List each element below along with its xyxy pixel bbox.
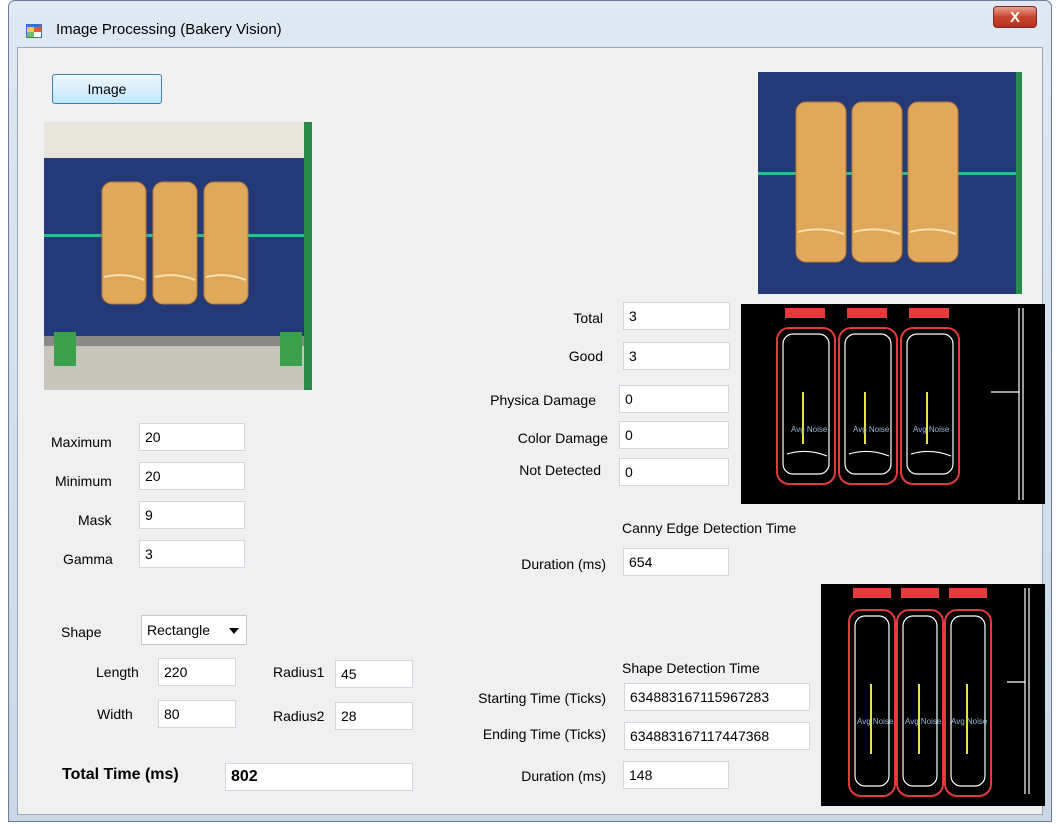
width-label: Width	[97, 706, 133, 722]
title-bar: Image Processing (Bakery Vision) X	[9, 1, 1051, 47]
canny-edge-image: Avg Noise Avg Noise Avg Noise	[741, 304, 1045, 504]
physical-damage-label: Physica Damage	[490, 392, 596, 408]
close-button[interactable]: X	[993, 6, 1037, 28]
total-label: Total	[573, 310, 603, 326]
minimum-label: Minimum	[55, 473, 112, 489]
image-button[interactable]: Image	[52, 74, 162, 104]
shape-detection-heading: Shape Detection Time	[622, 660, 760, 676]
radius1-label: Radius1	[273, 664, 325, 680]
shape-duration-label: Duration (ms)	[521, 768, 606, 784]
radius1-input[interactable]: 45	[335, 660, 413, 688]
physical-damage-input[interactable]: 0	[619, 385, 729, 413]
ending-time-input[interactable]: 634883167117447368	[624, 722, 810, 750]
avg-noise-label: Avg Noise	[951, 717, 988, 726]
length-label: Length	[96, 664, 139, 680]
mask-input[interactable]: 9	[139, 501, 245, 529]
gamma-label: Gamma	[63, 551, 113, 567]
width-input[interactable]: 80	[158, 700, 236, 728]
radius2-label: Radius2	[273, 708, 325, 724]
starting-time-input[interactable]: 634883167115967283	[624, 683, 810, 711]
chevron-down-icon	[229, 628, 239, 634]
starting-time-label: Starting Time (Ticks)	[478, 690, 606, 706]
canny-duration-input[interactable]: 654	[623, 548, 729, 576]
avg-noise-label: Avg Noise	[913, 425, 950, 434]
not-detected-input[interactable]: 0	[619, 458, 729, 486]
good-label: Good	[568, 348, 603, 364]
maximum-label: Maximum	[51, 434, 112, 450]
preview-image	[758, 72, 1022, 294]
window-title: Image Processing (Bakery Vision)	[56, 21, 282, 38]
mask-label: Mask	[78, 512, 112, 528]
avg-noise-label: Avg Noise	[853, 425, 890, 434]
shape-dropdown[interactable]: Rectangle	[141, 615, 247, 645]
color-damage-label: Color Damage	[517, 430, 608, 446]
shape-label: Shape	[61, 624, 102, 640]
minimum-input[interactable]: 20	[139, 462, 245, 490]
avg-noise-label: Avg Noise	[791, 425, 828, 434]
length-input[interactable]: 220	[158, 658, 236, 686]
shape-selected: Rectangle	[147, 622, 211, 638]
input-image	[44, 122, 312, 390]
radius2-input[interactable]: 28	[335, 702, 413, 730]
maximum-input[interactable]: 20	[139, 423, 245, 451]
canny-duration-label: Duration (ms)	[521, 556, 606, 572]
close-icon: X	[1009, 9, 1020, 26]
color-damage-input[interactable]: 0	[619, 421, 729, 449]
not-detected-label: Not Detected	[519, 462, 601, 478]
avg-noise-label: Avg Noise	[857, 717, 894, 726]
app-icon	[26, 24, 42, 38]
app-window: Image Processing (Bakery Vision) X Image	[8, 0, 1052, 822]
avg-noise-label: Avg Noise	[905, 717, 942, 726]
canny-heading: Canny Edge Detection Time	[622, 520, 797, 536]
ending-time-label: Ending Time (Ticks)	[482, 726, 606, 742]
good-input[interactable]: 3	[623, 342, 730, 370]
total-time-value[interactable]: 802	[225, 763, 413, 791]
shape-duration-input[interactable]: 148	[623, 761, 729, 789]
shape-detection-image: Avg Noise Avg Noise Avg Noise	[821, 584, 1045, 806]
gamma-input[interactable]: 3	[139, 540, 245, 568]
total-input[interactable]: 3	[623, 302, 730, 330]
client-area: Image Avg Noise Avg Noise Avg Noise Avg …	[17, 47, 1045, 815]
total-time-label: Total Time (ms)	[62, 766, 179, 783]
